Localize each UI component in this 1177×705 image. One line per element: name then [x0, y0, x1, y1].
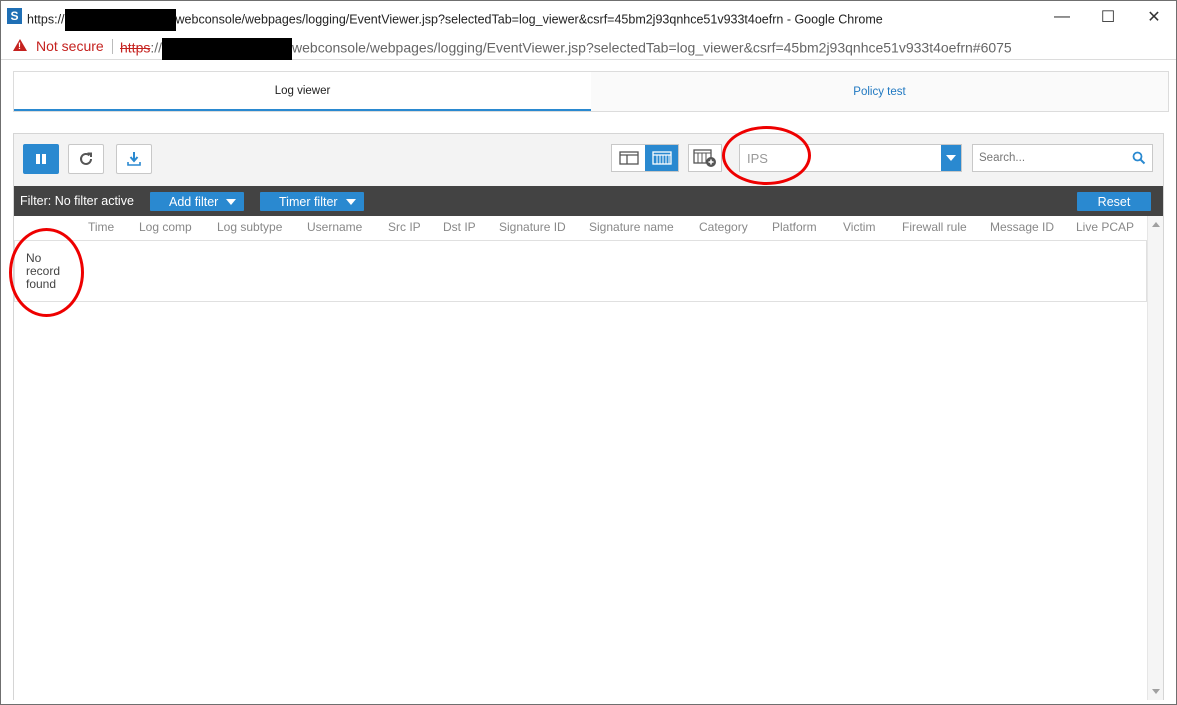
column-header[interactable]: Time [88, 220, 114, 234]
log-module-select[interactable]: IPS [739, 144, 962, 172]
maximize-icon: ☐ [1100, 8, 1116, 26]
grid-view-icon [651, 151, 672, 165]
search-input[interactable] [979, 150, 1119, 166]
column-header[interactable]: Platform [772, 220, 817, 234]
url-separator: :// [150, 39, 163, 56]
timer-filter-label: Timer filter [279, 194, 338, 209]
caret-down-icon [345, 198, 356, 205]
tab-label: Policy test [853, 85, 906, 98]
search-icon[interactable] [1132, 151, 1146, 165]
column-header[interactable]: Signature ID [499, 220, 566, 234]
search-box[interactable] [972, 144, 1153, 172]
column-header[interactable]: Log subtype [217, 220, 282, 234]
scroll-up-icon[interactable] [1152, 222, 1160, 227]
column-header[interactable]: Username [307, 220, 362, 234]
grid-view-button[interactable] [645, 145, 678, 171]
address-bar[interactable]: ! Not secure https:// webconsole/webpages… [1, 32, 1176, 60]
close-icon: ✕ [1147, 8, 1161, 26]
redacted-host [162, 38, 293, 60]
add-filter-button[interactable]: Add filter [150, 192, 245, 211]
selected-module: IPS [747, 151, 768, 166]
minimize-icon: — [1054, 7, 1070, 25]
column-settings-button[interactable] [688, 144, 722, 172]
security-indicator[interactable]: Not secure [36, 38, 104, 54]
redacted-host [64, 9, 176, 31]
download-button[interactable] [116, 144, 152, 174]
chevron-down-icon[interactable] [941, 145, 961, 171]
log-viewer-panel: IPS Filter: No filter active Add filter … [13, 133, 1164, 700]
split-view-icon [618, 151, 639, 165]
browser-window: S https:// webconsole/webpages/logging/Ev… [0, 0, 1177, 705]
window-title: https:// webconsole/webpages/logging/Even… [27, 9, 883, 31]
pause-icon [36, 154, 46, 164]
tab-log-viewer[interactable]: Log viewer [14, 72, 591, 111]
table-header: Time Log comp Log subtype Username Src I… [14, 216, 1147, 240]
column-header[interactable]: Src IP [388, 220, 421, 234]
download-icon [127, 152, 141, 166]
column-header[interactable]: Victim [843, 220, 875, 234]
column-header[interactable]: Log comp [139, 220, 192, 234]
vertical-scrollbar[interactable] [1147, 216, 1163, 700]
timer-filter-button[interactable]: Timer filter [260, 192, 364, 211]
title-bar: S https:// webconsole/webpages/logging/Ev… [1, 1, 1176, 32]
split-view-button[interactable] [612, 145, 645, 171]
empty-message: No record found [26, 251, 61, 291]
column-header[interactable]: Message ID [990, 220, 1054, 234]
reset-button[interactable]: Reset [1077, 192, 1151, 211]
scroll-down-icon[interactable] [1152, 689, 1160, 694]
add-filter-label: Add filter [169, 194, 219, 209]
column-header[interactable]: Category [699, 220, 748, 234]
address-separator [112, 39, 113, 54]
refresh-icon [80, 152, 92, 165]
column-add-icon [693, 149, 716, 167]
column-header[interactable]: Live PCAP [1076, 220, 1134, 234]
minimize-button[interactable]: — [1039, 1, 1085, 32]
tab-policy-test[interactable]: Policy test [591, 72, 1168, 111]
tab-strip: Log viewer Policy test [13, 71, 1169, 112]
maximize-button[interactable]: ☐ [1085, 1, 1131, 32]
url-text[interactable]: https:// webconsole/webpages/logging/Even… [120, 38, 1012, 60]
column-header[interactable]: Dst IP [443, 220, 476, 234]
warning-icon-mark: ! [18, 41, 21, 51]
close-button[interactable]: ✕ [1131, 1, 1177, 32]
url-path: webconsole/webpages/logging/EventViewer.… [292, 39, 1012, 56]
column-header[interactable]: Signature name [589, 220, 674, 234]
filter-status: Filter: No filter active [20, 194, 134, 208]
refresh-button[interactable] [68, 144, 104, 174]
empty-row: No record found [14, 240, 1147, 302]
title-prefix: https:// [27, 12, 65, 27]
url-scheme: https [120, 39, 151, 56]
view-toggle [611, 144, 679, 172]
filter-bar: Filter: No filter active Add filter Time… [14, 186, 1163, 216]
tab-label: Log viewer [274, 84, 331, 97]
column-header[interactable]: Firewall rule [902, 220, 967, 234]
log-table: Time Log comp Log subtype Username Src I… [14, 216, 1163, 700]
caret-down-icon [226, 198, 237, 205]
pause-button[interactable] [23, 144, 59, 174]
title-suffix: webconsole/webpages/logging/EventViewer.… [175, 12, 883, 27]
app-logo-icon: S [7, 8, 22, 24]
page-content: Log viewer Policy test IPS Search... Fil… [1, 61, 1176, 704]
